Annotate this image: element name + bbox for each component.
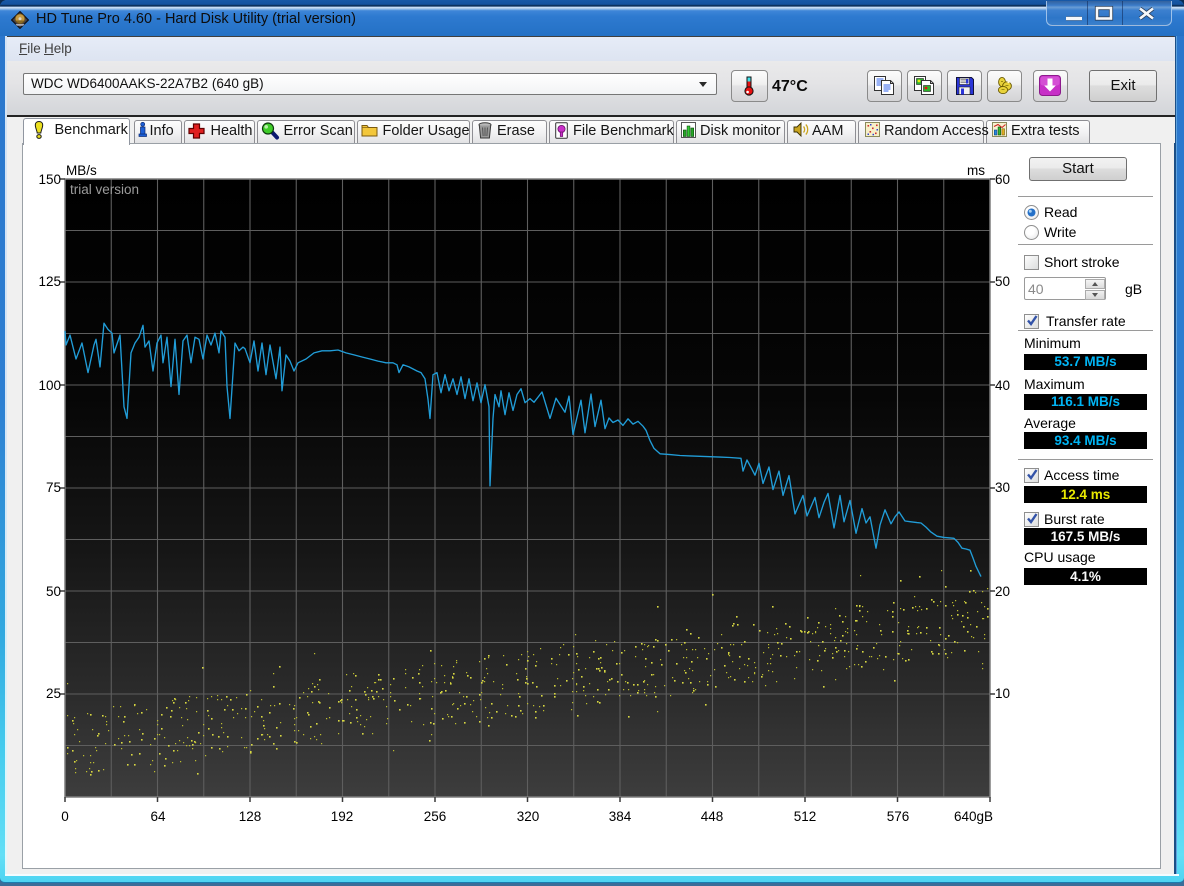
svg-text:640gB: 640gB <box>954 809 993 824</box>
svg-text:50: 50 <box>995 274 1010 289</box>
svg-text:60: 60 <box>995 172 1010 187</box>
svg-text:ms: ms <box>967 163 985 178</box>
svg-text:0: 0 <box>61 809 69 824</box>
svg-text:100: 100 <box>38 378 61 393</box>
svg-text:64: 64 <box>150 809 166 824</box>
svg-text:MB/s: MB/s <box>66 163 97 178</box>
svg-text:trial version: trial version <box>70 182 139 197</box>
svg-text:20: 20 <box>995 584 1010 599</box>
svg-text:30: 30 <box>995 480 1010 495</box>
svg-text:50: 50 <box>46 584 61 599</box>
svg-text:192: 192 <box>331 809 354 824</box>
svg-text:40: 40 <box>995 378 1010 393</box>
svg-text:576: 576 <box>887 809 910 824</box>
svg-text:448: 448 <box>701 809 724 824</box>
svg-text:25: 25 <box>46 686 61 701</box>
svg-text:512: 512 <box>794 809 817 824</box>
svg-text:75: 75 <box>46 480 61 495</box>
svg-text:10: 10 <box>995 686 1010 701</box>
svg-text:256: 256 <box>424 809 447 824</box>
svg-text:125: 125 <box>38 274 61 289</box>
svg-text:320: 320 <box>517 809 540 824</box>
svg-text:384: 384 <box>609 809 632 824</box>
svg-text:128: 128 <box>239 809 262 824</box>
svg-text:150: 150 <box>38 172 61 187</box>
